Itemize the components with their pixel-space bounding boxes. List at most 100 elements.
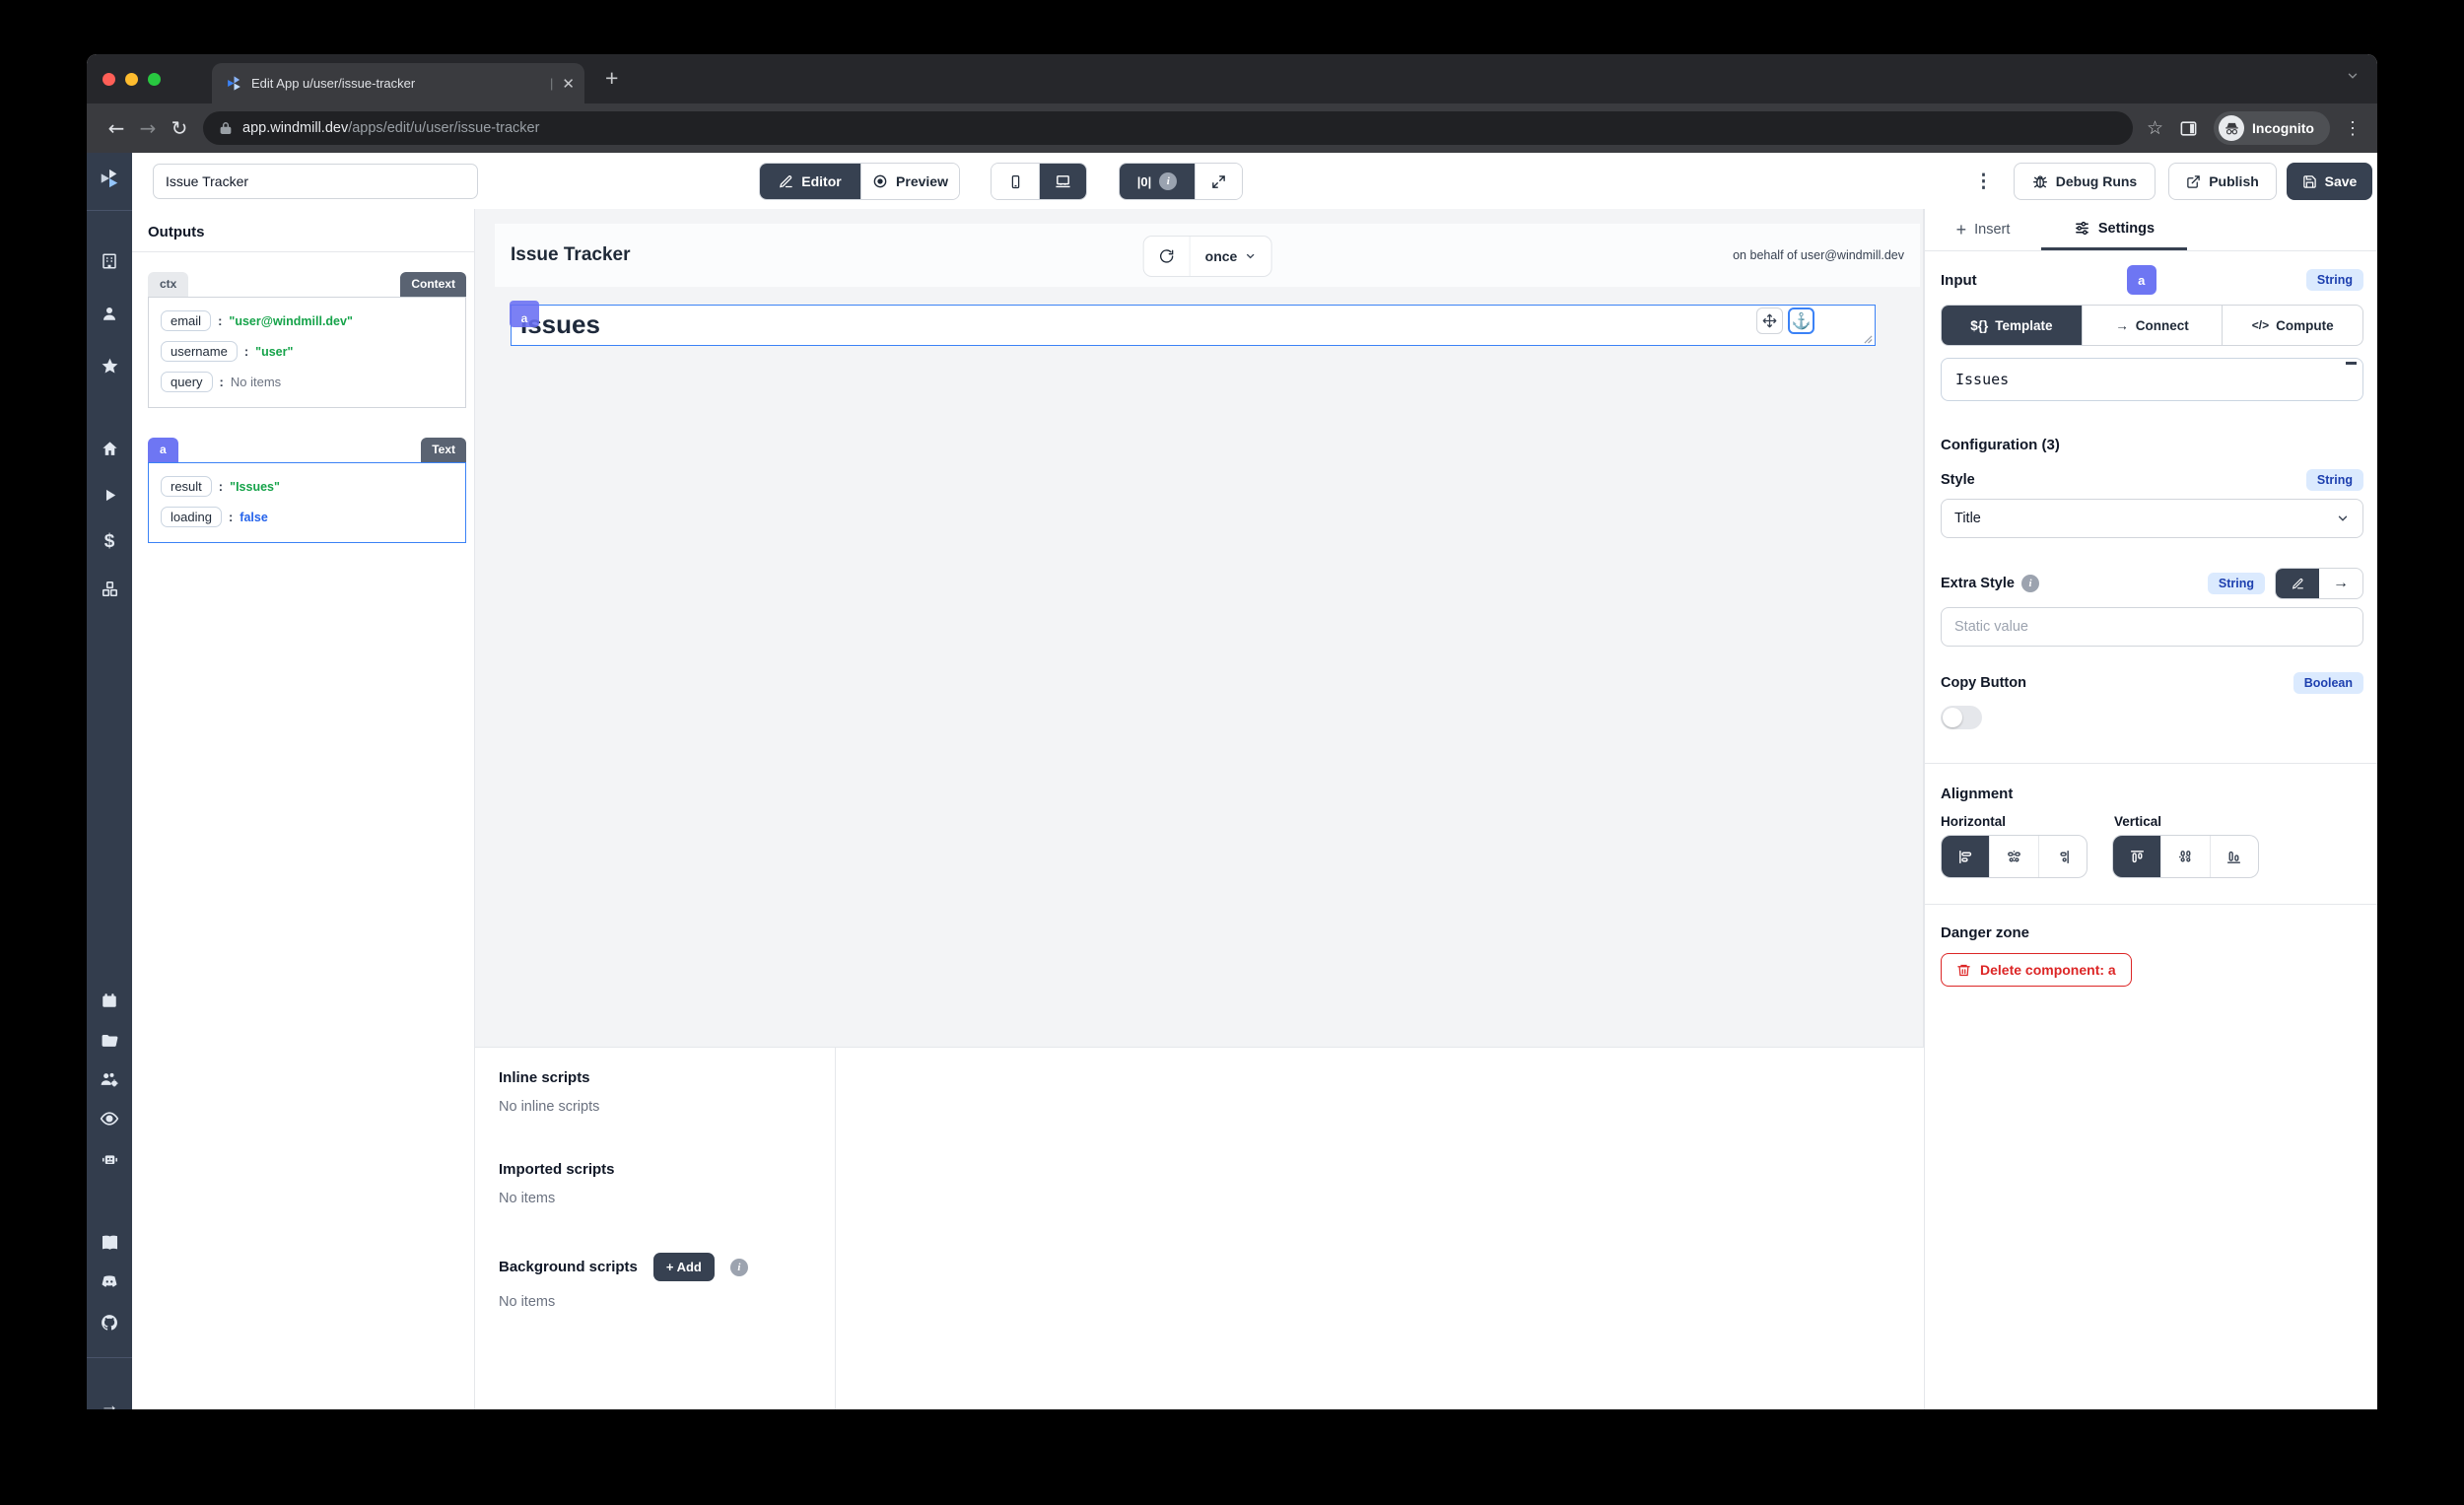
url-path: /apps/edit/u/user/issue-tracker (348, 120, 539, 136)
side-panel-icon[interactable] (2179, 119, 2198, 138)
preview-mode-button[interactable]: Preview (860, 164, 959, 199)
hide-panels-button[interactable]: |0|i (1120, 164, 1195, 199)
lock-icon (219, 121, 233, 135)
output-row[interactable]: username:"user" (161, 341, 453, 362)
template-editor[interactable]: Issues (1941, 358, 2363, 401)
browser-tab[interactable]: Edit App u/user/issue-tracker | ✕ (212, 63, 584, 103)
url-bar[interactable]: app.windmill.dev/apps/edit/u/user/issue-… (203, 111, 2133, 145)
inline-scripts-empty: No inline scripts (499, 1099, 811, 1115)
output-row[interactable]: loading:false (161, 507, 453, 527)
app-canvas[interactable]: Issue Tracker once on behalf of user@win… (475, 209, 1924, 1047)
align-vertical-bottom-button[interactable] (2210, 836, 2258, 877)
sidebar-item-groups[interactable] (87, 1065, 132, 1093)
chrome-menu-icon[interactable]: ⋮ (2344, 118, 2361, 139)
info-icon[interactable]: i (730, 1259, 748, 1276)
output-box-a[interactable]: result:"Issues" loading:false (148, 462, 466, 543)
align-vertical-top-button[interactable] (2113, 836, 2160, 877)
horizontal-alignment-group (1941, 835, 2088, 878)
align-horizontal-right-button[interactable] (2038, 836, 2087, 877)
outputs-title: Outputs (132, 209, 474, 252)
forward-icon[interactable]: → (136, 116, 160, 140)
save-button[interactable]: Save (2287, 163, 2372, 200)
incognito-label: Incognito (2252, 120, 2314, 136)
windmill-logo-icon[interactable] (87, 165, 132, 192)
tab-close-icon[interactable]: ✕ (562, 75, 575, 93)
sidebar-item-schedules[interactable] (87, 987, 132, 1014)
sidebar-expand-icon[interactable]: → (87, 1393, 132, 1409)
output-row[interactable]: email:"user@windmill.dev" (161, 310, 453, 331)
chrome-tabstrip: Edit App u/user/issue-tracker | ✕ + (87, 54, 2377, 103)
tab-title-separator: | (550, 76, 553, 91)
static-edit-icon[interactable] (2276, 569, 2319, 598)
refresh-button[interactable] (1144, 237, 1190, 276)
sidebar-item-resources[interactable] (87, 575, 132, 602)
app-name-input[interactable] (153, 164, 478, 199)
sidebar-item-runs[interactable] (87, 481, 132, 509)
sidebar-item-variables[interactable]: $ (87, 528, 132, 556)
sidebar-item-audit-logs[interactable] (87, 1105, 132, 1132)
copy-button-label: Copy Button (1941, 675, 2026, 691)
vertical-alignment-group (2112, 835, 2259, 878)
connect-arrow-icon[interactable]: → (2319, 569, 2362, 598)
align-vertical-center-button[interactable] (2160, 836, 2209, 877)
sidebar-item-home[interactable] (87, 435, 132, 462)
mobile-view-button[interactable] (992, 164, 1039, 199)
fullscreen-button[interactable] (1195, 164, 1242, 199)
reload-icon[interactable]: ↻ (168, 116, 191, 140)
sidebar-item-user[interactable] (87, 300, 132, 327)
sidebar-item-workers[interactable] (87, 1144, 132, 1172)
bookmark-star-icon[interactable]: ☆ (2147, 117, 2163, 140)
new-tab-button[interactable]: + (605, 65, 618, 92)
input-label: Input (1941, 272, 1977, 289)
sidebar-item-workspace[interactable] (87, 247, 132, 275)
extra-style-label: Extra Stylei (1941, 575, 2039, 592)
delete-component-button[interactable]: Delete component: a (1941, 953, 2132, 987)
style-select[interactable]: Title (1941, 499, 2363, 538)
github-icon[interactable] (87, 1309, 132, 1336)
extra-style-input[interactable] (1941, 607, 2363, 647)
desktop-view-button[interactable] (1039, 164, 1086, 199)
output-row[interactable]: query:No items (161, 372, 453, 392)
output-tab-a[interactable]: a (148, 438, 178, 462)
move-handle-icon[interactable] (1756, 308, 1783, 334)
background-scripts-empty: No items (499, 1294, 811, 1310)
align-horizontal-left-button[interactable] (1942, 836, 1989, 877)
compute-tab[interactable]: </>Compute (2222, 306, 2362, 345)
copy-button-toggle[interactable] (1941, 706, 1982, 729)
vertical-label: Vertical (2114, 814, 2161, 829)
traffic-light-zoom[interactable] (148, 73, 161, 86)
output-box-ctx[interactable]: email:"user@windmill.dev" username:"user… (148, 297, 466, 408)
device-switch (991, 163, 1087, 200)
incognito-badge[interactable]: Incognito (2214, 111, 2330, 145)
align-horizontal-center-button[interactable] (1989, 836, 2037, 877)
resize-handle[interactable] (1864, 335, 1873, 344)
tab-settings[interactable]: Settings (2041, 209, 2187, 250)
tab-insert[interactable]: +Insert (1925, 209, 2041, 250)
template-tab[interactable]: ${}Template (1942, 306, 2082, 345)
alignment-title: Alignment (1941, 786, 2363, 802)
more-options-icon[interactable]: ⋮ (1974, 171, 1993, 193)
sidebar-item-folders[interactable] (87, 1026, 132, 1054)
canvas-app-title: Issue Tracker (511, 244, 630, 266)
info-icon[interactable]: i (2021, 575, 2039, 592)
debug-runs-button[interactable]: Debug Runs (2014, 163, 2156, 200)
connect-tab[interactable]: →Connect (2082, 306, 2223, 345)
sidebar-item-docs[interactable] (87, 1228, 132, 1256)
discord-icon[interactable] (87, 1267, 132, 1295)
traffic-light-minimize[interactable] (125, 73, 138, 86)
style-label: Style (1941, 472, 1975, 488)
output-row[interactable]: result:"Issues" (161, 476, 453, 497)
publish-button[interactable]: Publish (2168, 163, 2277, 200)
anchor-icon[interactable]: ⚓ (1788, 308, 1814, 334)
refresh-controls: once (1143, 236, 1272, 277)
refresh-mode-dropdown[interactable]: once (1190, 237, 1271, 276)
tabstrip-chevron-icon[interactable] (2346, 69, 2360, 83)
output-section-a: a Text result:"Issues" loading:false (148, 438, 466, 543)
add-background-script-button[interactable]: + Add (653, 1253, 715, 1281)
editor-mode-button[interactable]: Editor (760, 164, 860, 199)
traffic-light-close[interactable] (103, 73, 115, 86)
sidebar-item-favorites[interactable] (87, 352, 132, 379)
back-icon[interactable]: ← (104, 116, 128, 140)
output-tab-ctx[interactable]: ctx (148, 272, 188, 297)
text-component[interactable]: Issues a ⚓ (511, 305, 1876, 346)
